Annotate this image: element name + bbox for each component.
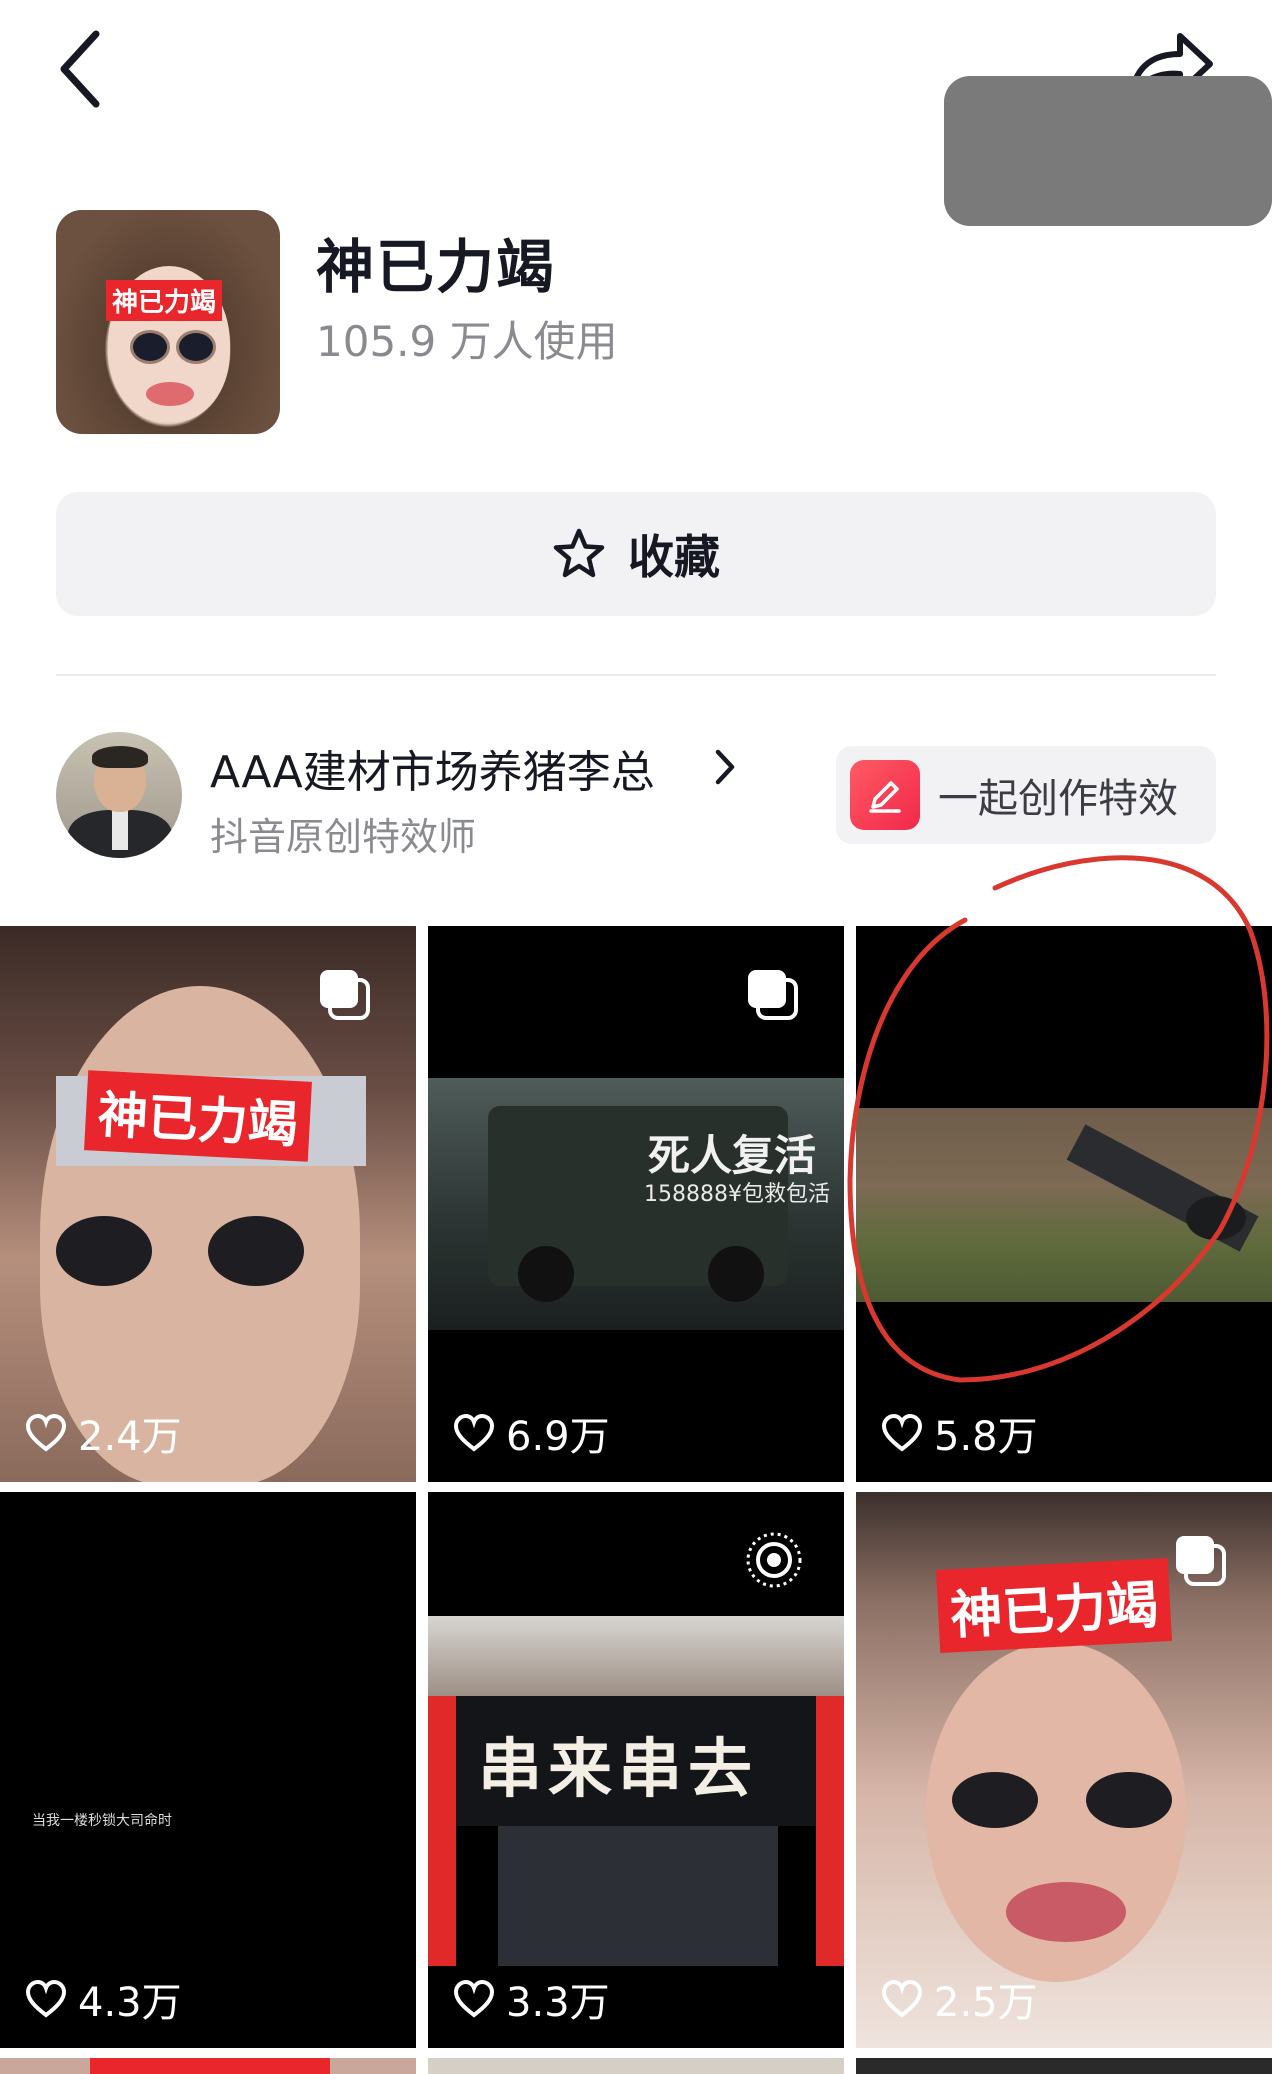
video-tile[interactable]	[0, 2058, 416, 2074]
video-tile[interactable]: 神已力竭 2.5万	[856, 1492, 1272, 2048]
heart-outline-icon	[881, 1979, 923, 2018]
video-overlay-text: 串来串去	[478, 1733, 758, 1807]
heart-outline-icon	[453, 1979, 495, 2018]
like-count-label: 3.3万	[506, 1980, 610, 2026]
video-overlay-text: 死人复活	[648, 1131, 817, 1180]
like-count: 2.4万	[24, 1404, 182, 1462]
like-count-label: 6.9万	[506, 1414, 610, 1460]
effect-thumbnail: 神已力竭	[56, 210, 280, 434]
favorite-label: 收藏	[628, 530, 720, 584]
back-icon[interactable]	[48, 24, 118, 114]
video-tile[interactable]	[856, 2058, 1272, 2074]
like-count: 2.5万	[880, 1970, 1038, 2028]
like-count: 4.3万	[24, 1970, 182, 2028]
creator-avatar[interactable]	[56, 732, 182, 858]
co-create-label: 一起创作特效	[938, 776, 1178, 822]
creator-title: 抖音原创特效师	[210, 815, 477, 859]
like-count-label: 2.4万	[78, 1414, 182, 1460]
divider	[56, 674, 1216, 676]
heart-outline-icon	[881, 1413, 923, 1452]
like-count-label: 2.5万	[934, 1980, 1038, 2026]
creator-name[interactable]: AAA建材市场养猪李总	[210, 736, 655, 800]
like-count-label: 5.8万	[934, 1414, 1038, 1460]
heart-outline-icon	[453, 1413, 495, 1452]
live-icon	[746, 1532, 802, 1588]
star-outline-icon	[553, 528, 605, 578]
multi-image-icon	[748, 970, 798, 1020]
redaction-overlay	[944, 76, 1272, 226]
multi-image-icon	[320, 970, 370, 1020]
edit-pen-icon	[850, 760, 920, 830]
video-tile[interactable]: 5.8万	[856, 926, 1272, 1482]
effect-thumb-tag: 神已力竭	[106, 280, 223, 321]
like-count: 5.8万	[880, 1404, 1038, 1462]
video-overlay-text: 当我一楼秒锁大司命时	[32, 1813, 172, 1829]
heart-outline-icon	[25, 1413, 67, 1452]
co-create-effect-button[interactable]: 一起创作特效	[836, 746, 1216, 844]
video-tile[interactable]: 死人复活 158888¥包救包活 6.9万	[428, 926, 844, 1482]
multi-image-icon	[1176, 1536, 1226, 1586]
video-overlay-text: 神已力竭	[84, 1070, 312, 1162]
video-tile[interactable]: 神已力竭 2.4万	[0, 926, 416, 1482]
like-count: 6.9万	[452, 1404, 610, 1462]
chevron-right-icon[interactable]	[712, 746, 738, 788]
video-overlay-text: 神已力竭	[935, 1557, 1173, 1654]
heart-outline-icon	[25, 1979, 67, 2018]
like-count-label: 4.3万	[78, 1980, 182, 2026]
video-overlay-subtext: 158888¥包救包活	[644, 1182, 830, 1207]
like-count: 3.3万	[452, 1970, 610, 2028]
effect-title: 神已力竭	[316, 233, 557, 301]
effect-usage-count: 105.9 万人使用	[316, 317, 618, 366]
video-tile[interactable]	[428, 2058, 844, 2074]
video-tile[interactable]: 串来串去 3.3万	[428, 1492, 844, 2048]
video-tile[interactable]: 当我一楼秒锁大司命时 4.3万	[0, 1492, 416, 2048]
favorite-button[interactable]: 收藏	[56, 492, 1216, 616]
